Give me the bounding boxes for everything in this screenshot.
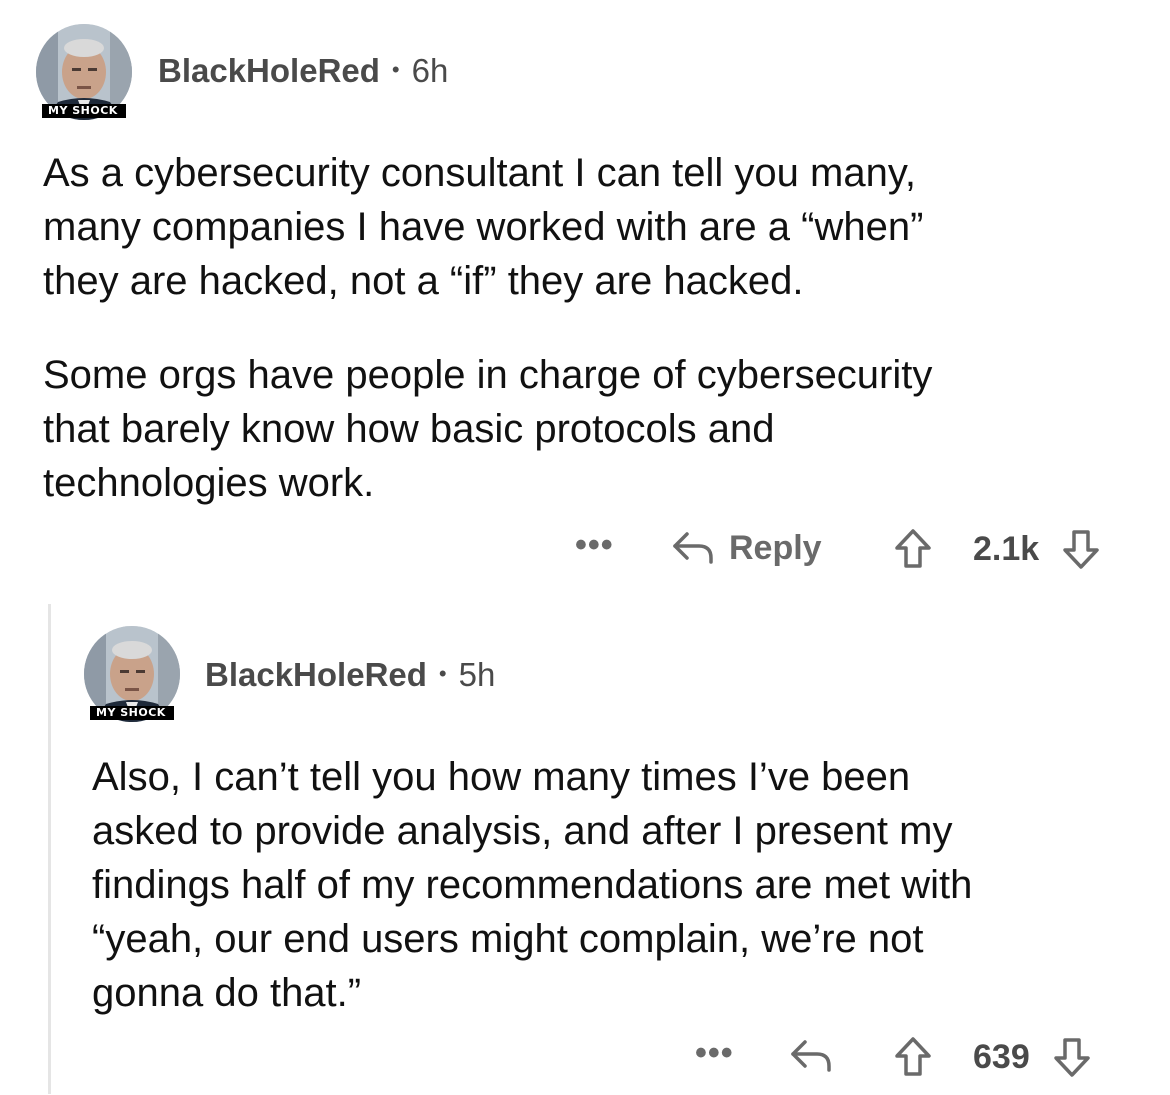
comment-meta: BlackHoleRed • 6h [158, 52, 448, 90]
comment-meta: BlackHoleRed • 5h [205, 656, 495, 694]
upvote-icon[interactable] [893, 1036, 933, 1078]
vote-score: 2.1k [973, 529, 1040, 568]
reply-arrow-icon [671, 528, 717, 568]
more-options-button[interactable]: ••• [695, 1034, 734, 1073]
comment-body: As a cybersecurity consultant I can tell… [43, 146, 1143, 510]
comment-action-bar: ••• 639 [695, 1034, 1135, 1080]
comment-paragraph: Some orgs have people in charge of cyber… [43, 353, 933, 505]
reply-label: Reply [729, 528, 822, 567]
reply-arrow-icon [789, 1036, 835, 1076]
upvote-icon[interactable] [893, 528, 933, 570]
thread-line[interactable] [48, 604, 51, 1094]
avatar-caption-tag: MY SHOCK [90, 706, 174, 720]
meta-separator: • [438, 661, 447, 686]
comment-body: Also, I can’t tell you how many times I’… [92, 750, 1152, 1020]
meta-separator: • [391, 57, 400, 82]
comment-paragraph: Also, I can’t tell you how many times I’… [92, 755, 973, 1015]
username-link[interactable]: BlackHoleRed [158, 52, 380, 90]
downvote-icon[interactable] [1052, 1036, 1092, 1078]
avatar-caption-tag: MY SHOCK [42, 104, 126, 118]
vote-score: 639 [973, 1037, 1030, 1076]
timestamp: 6h [411, 52, 449, 89]
timestamp: 5h [458, 656, 496, 693]
vote-controls: 639 [893, 1036, 1092, 1078]
vote-controls: 2.1k [893, 528, 1101, 570]
username-link[interactable]: BlackHoleRed [205, 656, 427, 694]
comment-action-bar: ••• Reply 2.1k [575, 526, 1135, 572]
reply-button[interactable]: Reply [671, 528, 822, 568]
more-options-button[interactable]: ••• [575, 526, 614, 565]
downvote-icon[interactable] [1061, 528, 1101, 570]
reply-button[interactable] [789, 1036, 835, 1076]
comment-paragraph: As a cybersecurity consultant I can tell… [43, 151, 924, 303]
